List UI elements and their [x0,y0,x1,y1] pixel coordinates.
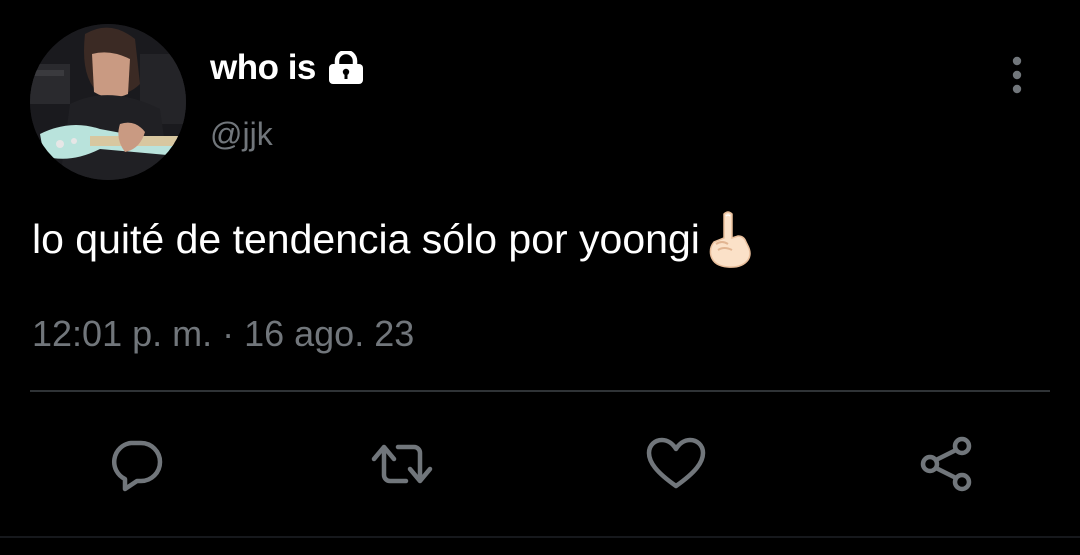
avatar-photo [30,24,186,180]
tweet-text-content: lo quité de tendencia sólo por yoongi [32,216,700,262]
divider [30,390,1050,392]
lock-icon [326,51,366,85]
avatar[interactable] [30,24,186,180]
tweet-timestamp[interactable]: 12:01 p. m. · 16 ago. 23 [32,310,414,358]
share-button[interactable] [914,432,978,496]
reply-icon [111,440,163,492]
retweet-icon [371,444,433,484]
retweet-button[interactable] [370,432,434,496]
more-options-button[interactable] [1000,52,1034,98]
tweet-text: lo quité de tendencia sólo por yoongi [32,210,754,268]
bottom-divider [0,536,1080,538]
like-icon [646,437,706,489]
more-options-icon [1012,56,1022,94]
like-button[interactable] [644,432,708,496]
user-handle[interactable]: @jjk [210,114,273,154]
pointing-up-emoji-icon [704,210,754,268]
reply-button[interactable] [104,432,168,496]
display-name-text: who is [210,48,316,87]
share-icon [920,436,972,492]
tweet-card: who is @jjk lo quité de tendencia sólo p… [0,0,1080,555]
display-name[interactable]: who is [210,46,366,90]
